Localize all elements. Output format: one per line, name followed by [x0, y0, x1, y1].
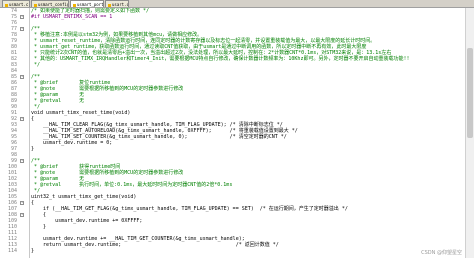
- code-text: }: [31, 248, 35, 254]
- watermark: CSDN @仰望星空: [421, 250, 462, 256]
- file-icon: [108, 3, 111, 7]
- fold-toggle-icon[interactable]: -: [20, 117, 24, 121]
- file-icon: [34, 3, 37, 7]
- tab-2[interactable]: usmart_port.c: [70, 0, 104, 7]
- code-line[interactable]: 114}: [0, 248, 465, 254]
- vertical-scrollbar[interactable]: [465, 8, 474, 258]
- fold-toggle-icon[interactable]: -: [20, 213, 24, 217]
- tab-label: usmart_config.c: [38, 2, 69, 7]
- file-icon: [73, 3, 76, 7]
- tab-0[interactable]: usmart.c: [2, 0, 30, 7]
- tab-1[interactable]: usmart_config.c: [31, 0, 69, 7]
- tab-label: usart.c: [112, 2, 129, 7]
- fold-toggle-icon[interactable]: -: [20, 15, 24, 19]
- scrollbar-thumb[interactable]: [467, 48, 473, 138]
- fold-toggle-icon[interactable]: -: [20, 159, 24, 163]
- fold-toggle-icon[interactable]: -: [20, 201, 24, 205]
- tab-3[interactable]: usart.c: [105, 0, 129, 7]
- file-icon: [5, 3, 8, 7]
- code-editor[interactable]: 74/* 如果使能了定时器扫描，则需要定义如下函数 */75- #if USMAR…: [0, 8, 465, 258]
- tab-label: usmart_port.c: [77, 2, 104, 7]
- line-number: 114: [7, 248, 17, 254]
- tab-label: usmart.c: [9, 2, 29, 7]
- fold-toggle-icon[interactable]: -: [20, 75, 24, 79]
- fold-toggle-icon[interactable]: -: [20, 27, 24, 31]
- tab-bar: usmart.c usmart_config.c usmart_port.c usar…: [0, 0, 474, 8]
